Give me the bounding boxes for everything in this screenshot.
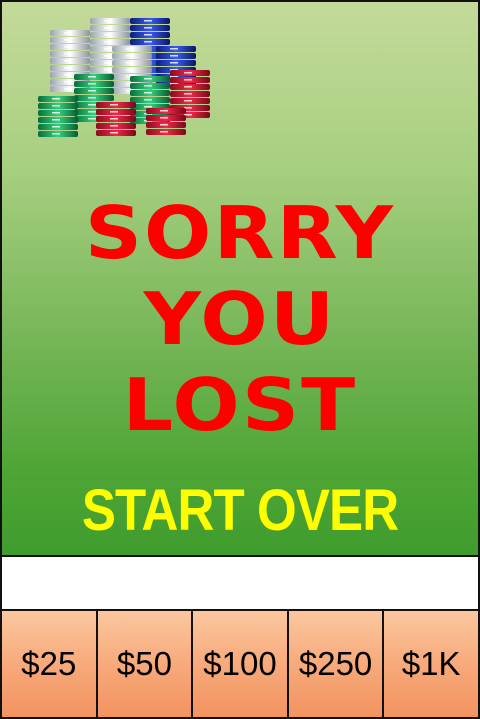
chip-stripe: [64, 60, 72, 62]
bet-button-25[interactable]: $25: [2, 611, 98, 717]
chip-stripe: [64, 53, 72, 55]
chip-stripe: [104, 55, 112, 57]
lost-line-1: SORRY: [84, 191, 396, 275]
chip-stripe: [144, 99, 152, 101]
lost-line-3: LOST: [122, 363, 358, 447]
chip-stripe: [110, 111, 118, 113]
chip-stripe: [88, 111, 96, 113]
chip-stripe: [170, 55, 178, 57]
chip-stripe: [64, 46, 72, 48]
chip-stripe: [160, 124, 168, 126]
bet-button-50[interactable]: $50: [97, 611, 194, 717]
chip-stripe: [144, 41, 152, 43]
chip-stripe: [104, 41, 112, 43]
chip-stripe: [110, 118, 118, 120]
chip-stripe: [126, 62, 134, 64]
chip-stripe: [110, 132, 118, 134]
chip-stripe: [52, 98, 60, 100]
chip-stripe: [160, 110, 168, 112]
chip-stripe: [104, 27, 112, 29]
chip-stripe: [104, 62, 112, 64]
chip-stripe: [170, 62, 178, 64]
table-felt: SORRY YOU LOST START OVER: [2, 2, 478, 557]
chip-stripe: [64, 39, 72, 41]
chip-stripe: [184, 114, 192, 116]
chip-stripe: [144, 106, 152, 108]
chip-stripe: [144, 20, 152, 22]
chip-stripe: [64, 81, 72, 83]
chip-stripe: [126, 48, 134, 50]
chip-stripe: [88, 104, 96, 106]
bet-button-100[interactable]: $100: [193, 611, 289, 717]
chip-stripe: [64, 88, 72, 90]
chip-stripe: [88, 97, 96, 99]
chip-stripe: [104, 48, 112, 50]
game-screen: SORRY YOU LOST START OVER $25 $50 $100 $…: [0, 0, 480, 719]
bet-button-1k[interactable]: $1K: [384, 611, 478, 717]
bet-button-250[interactable]: $250: [288, 611, 385, 717]
chip-stripe: [144, 78, 152, 80]
chip-stripe: [170, 48, 178, 50]
chip-stripe: [126, 69, 134, 71]
chip-stripe: [88, 118, 96, 120]
chip-stripe: [110, 104, 118, 106]
status-bar: [2, 557, 478, 611]
chip-stripe: [64, 32, 72, 34]
lost-line-2: YOU: [143, 277, 337, 361]
chip-stripe: [160, 117, 168, 119]
poker-chips-icon: [38, 18, 210, 137]
chip-stripe: [52, 133, 60, 135]
chip-stripe: [52, 112, 60, 114]
chip-stripe: [184, 93, 192, 95]
chip-stripe: [184, 72, 192, 74]
bet-bar: $25 $50 $100 $250 $1K: [2, 611, 478, 717]
chip-stripe: [88, 90, 96, 92]
chip-stripe: [184, 107, 192, 109]
chip-stripe: [52, 119, 60, 121]
chip-stripe: [144, 34, 152, 36]
chip-stripe: [64, 67, 72, 69]
chip-stripe: [52, 126, 60, 128]
chip-stripe: [52, 105, 60, 107]
chip-stripe: [104, 69, 112, 71]
chip-stripe: [184, 100, 192, 102]
chip-stripe: [104, 20, 112, 22]
chip-stripe: [144, 92, 152, 94]
chip-stripe: [88, 83, 96, 85]
chip-stripe: [104, 34, 112, 36]
chip-stripe: [126, 55, 134, 57]
chip-stripe: [64, 74, 72, 76]
chip-stripe: [184, 86, 192, 88]
start-over-button[interactable]: START OVER: [31, 482, 450, 540]
chip-stripe: [110, 125, 118, 127]
chip-stripe: [144, 85, 152, 87]
lost-message: SORRY YOU LOST: [2, 197, 478, 455]
chip-stripe: [184, 79, 192, 81]
chip-stripe: [160, 131, 168, 133]
chip-stripe: [88, 76, 96, 78]
chip-stripe: [144, 27, 152, 29]
